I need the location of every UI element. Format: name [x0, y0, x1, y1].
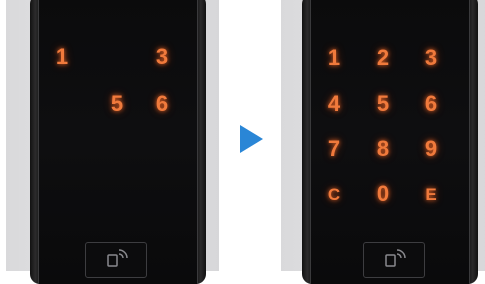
nfc-card-icon	[385, 249, 406, 267]
right-keypad: 1 2 3 4 5 6 7 8 9 C 0 E	[310, 0, 470, 284]
key-9[interactable]: 9	[413, 136, 449, 162]
key-6[interactable]: 6	[413, 91, 449, 117]
key-3[interactable]: 3	[413, 45, 449, 71]
key-7[interactable]: 7	[316, 136, 352, 162]
key-8[interactable]: 8	[365, 136, 401, 162]
nfc-card-icon	[107, 249, 128, 267]
key-5[interactable]: 5	[365, 91, 401, 117]
nfc-reader[interactable]	[363, 242, 425, 278]
left-keypad: 1 3 5 6	[38, 0, 198, 284]
key-5[interactable]: 5	[99, 91, 135, 117]
key-1[interactable]: 1	[316, 45, 352, 71]
key-enter[interactable]: E	[413, 182, 449, 208]
key-4[interactable]: 4	[316, 91, 352, 117]
key-clear[interactable]: C	[316, 182, 352, 208]
key-2[interactable]: 2	[365, 45, 401, 71]
key-0[interactable]: 0	[365, 181, 401, 207]
nfc-reader[interactable]	[85, 242, 147, 278]
play-arrow-icon	[240, 125, 263, 153]
right-door-lock: 1 2 3 4 5 6 7 8 9 C 0 E	[302, 0, 478, 284]
key-6[interactable]: 6	[144, 91, 180, 117]
left-door-lock: 1 3 5 6	[30, 0, 206, 284]
key-1[interactable]: 1	[44, 44, 80, 70]
key-3[interactable]: 3	[144, 44, 180, 70]
